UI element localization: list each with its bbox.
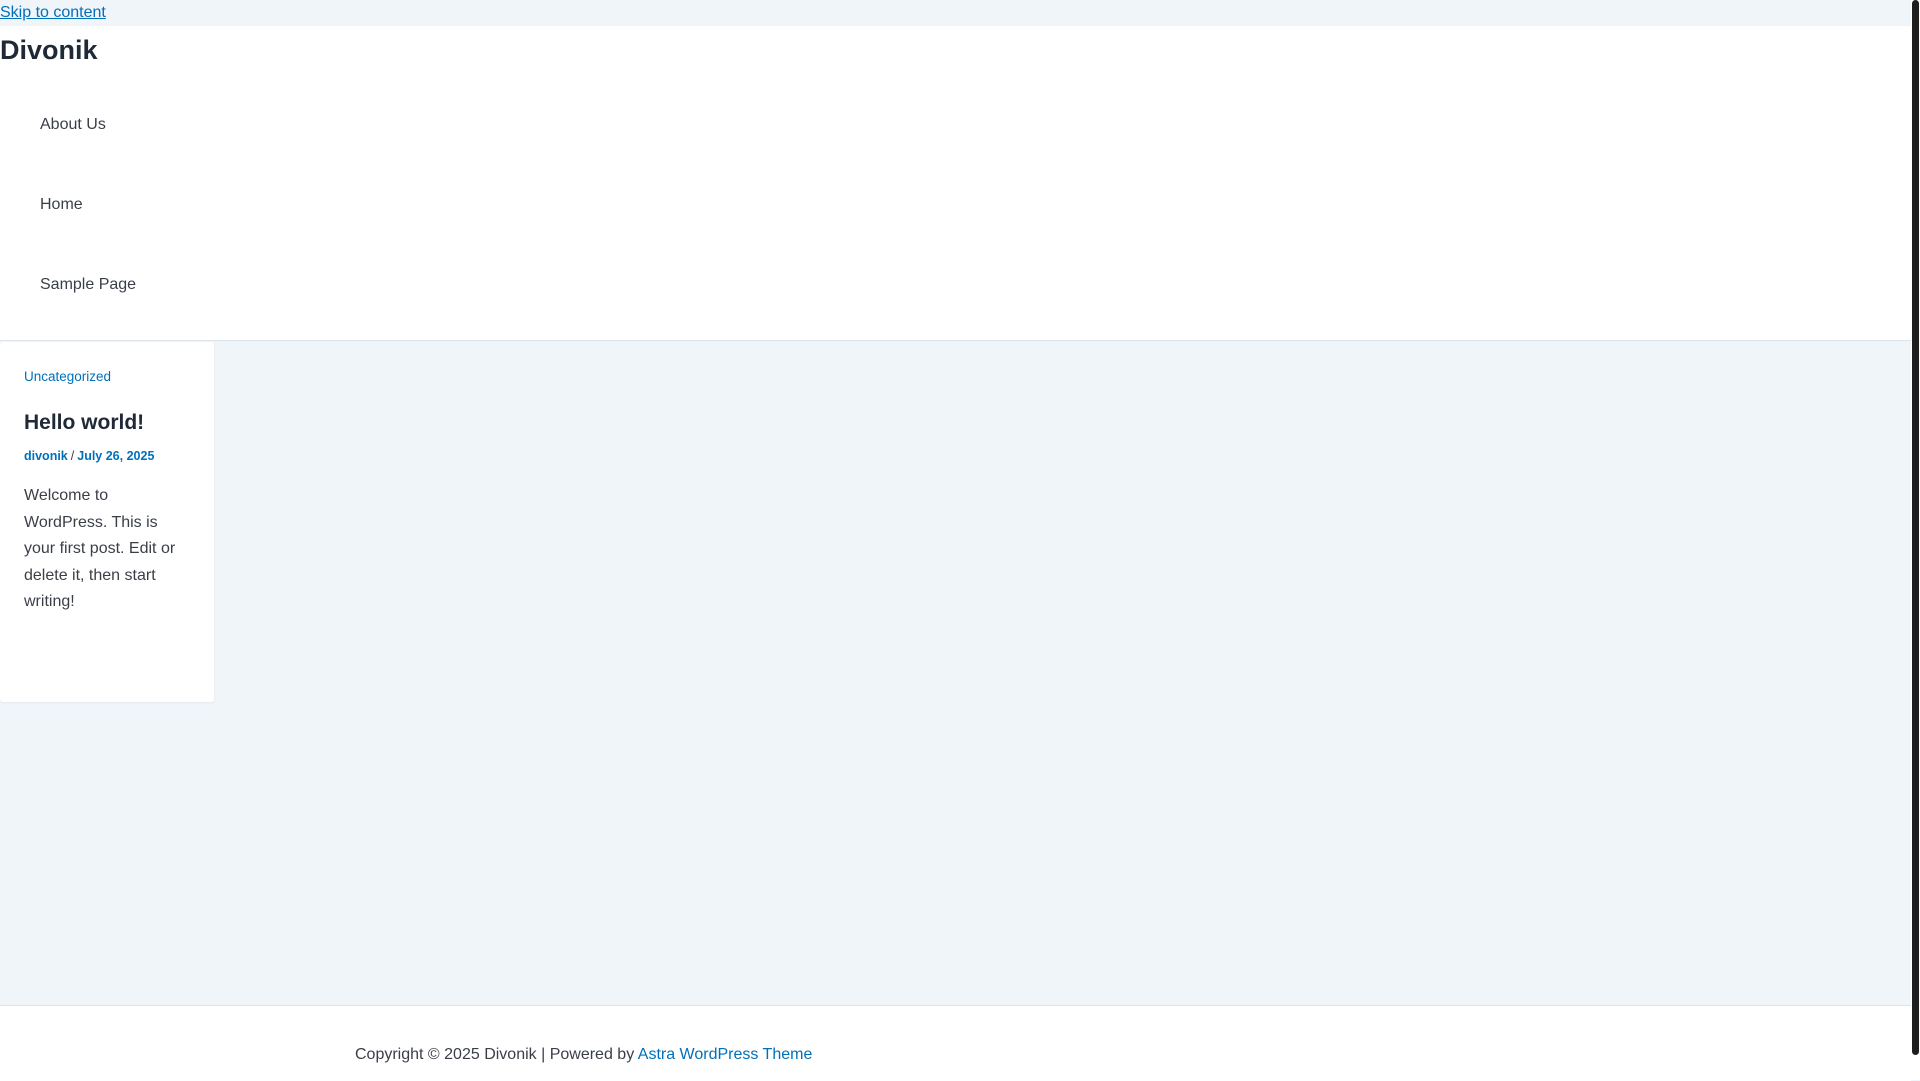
- copyright-text: Copyright © 2025 Divonik | Powered by: [355, 1046, 638, 1063]
- page: Skip to content Divonik About Us Home Sa…: [0, 0, 1911, 1081]
- astra-theme-link[interactable]: Astra WordPress Theme: [638, 1046, 813, 1063]
- scrollbar-thumb[interactable]: [1912, 0, 1919, 1055]
- post-excerpt: Welcome to WordPress. This is your first…: [24, 487, 176, 610]
- scrollbar[interactable]: [1911, 0, 1920, 1080]
- nav-item-sample-page[interactable]: Sample Page: [40, 275, 136, 295]
- footer-copyright: Copyright © 2025 Divonik | Powered by As…: [355, 1045, 812, 1065]
- post-date-link[interactable]: July 26, 2025: [77, 449, 154, 463]
- post-title[interactable]: Hello world!: [24, 410, 144, 436]
- meta-separator: /: [70, 449, 75, 463]
- site-title[interactable]: Divonik: [0, 34, 98, 66]
- post-meta: divonik / July 26, 2025: [24, 448, 154, 464]
- post-category-link[interactable]: Uncategorized: [24, 369, 111, 385]
- skip-bar: Skip to content: [0, 0, 1911, 26]
- site-header: Divonik About Us Home Sample Page: [0, 26, 1911, 341]
- nav-item-about-us[interactable]: About Us: [40, 115, 106, 135]
- post-author-link[interactable]: divonik: [24, 449, 68, 463]
- skip-to-content-link[interactable]: Skip to content: [0, 4, 106, 22]
- post-card: Uncategorized Hello world! divonik / July …: [0, 342, 214, 702]
- nav-item-home[interactable]: Home: [40, 195, 83, 215]
- site-footer: Copyright © 2025 Divonik | Powered by As…: [0, 1005, 1911, 1081]
